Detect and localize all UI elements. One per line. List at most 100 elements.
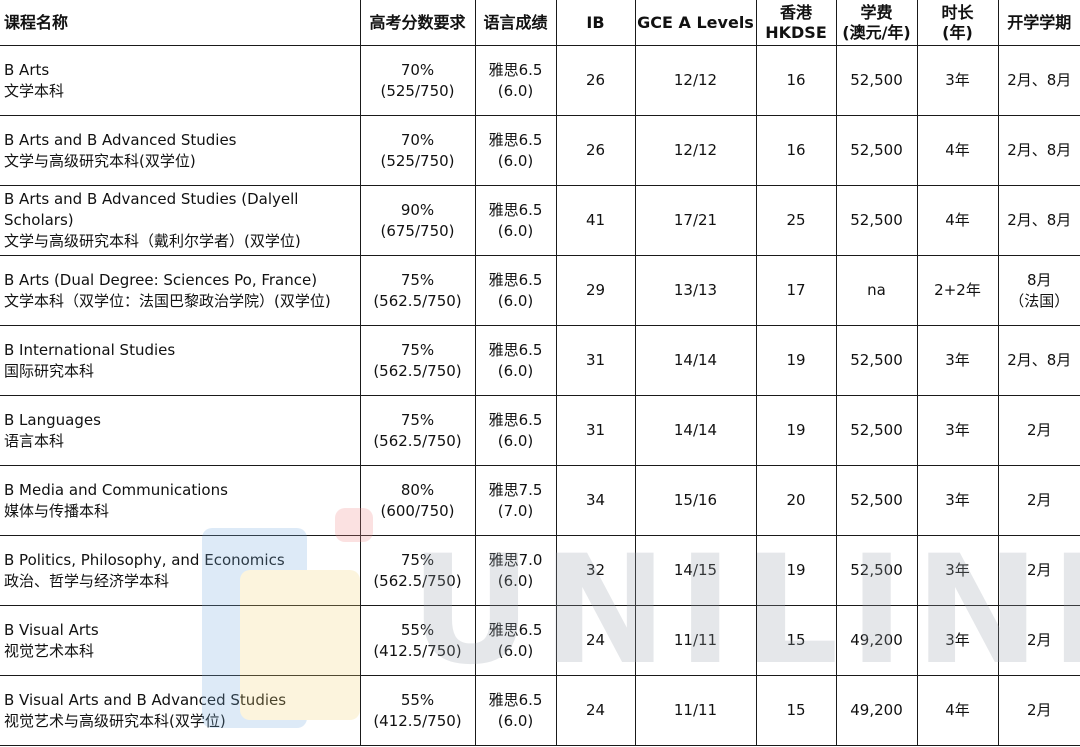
intake-cell-line: 2月 <box>1026 561 1052 579</box>
language-cell-line: 雅思6.5 <box>488 410 543 429</box>
language-cell-line: (6.0) <box>497 81 534 100</box>
fee-cell: 49,200 <box>836 605 918 676</box>
header-a-levels: GCE A Levels <box>635 0 757 46</box>
language-cell-line: (6.0) <box>497 641 534 660</box>
duration-cell: 4年 <box>917 675 999 746</box>
gaokao-cell: 55% (412.5/750) <box>360 675 476 746</box>
gaokao-cell-line: (600/750) <box>380 501 455 520</box>
hkdse-cell: 19 <box>756 325 837 396</box>
course-name-cell: B International Studies 国际研究本科 <box>0 325 361 396</box>
table-body: B Arts 文学本科 70% (525/750) 雅思6.5 (6.0) 26 12/12 1… <box>0 45 1080 746</box>
course-name-cell: B Arts and B Advanced Studies 文学与高级研究本科(双… <box>0 115 361 186</box>
header-hkdse: 香港 HKDSE <box>756 0 837 46</box>
fee-cell: 52,500 <box>836 325 918 396</box>
hkdse-cell: 25 <box>756 185 837 256</box>
language-cell-line: 雅思6.5 <box>488 130 543 149</box>
header-fee-line2: (澳元/年) <box>842 22 911 42</box>
language-cell-line: 雅思6.5 <box>488 690 543 709</box>
course-name-en: B Visual Arts <box>4 620 99 639</box>
a-levels-cell: 14/14 <box>635 395 757 466</box>
gaokao-cell-line: 75% <box>400 270 435 289</box>
intake-cell: 2月 <box>998 535 1080 606</box>
gaokao-cell-line: 75% <box>400 340 435 359</box>
language-cell: 雅思6.5 (6.0) <box>475 255 557 326</box>
course-name-en: B Languages <box>4 410 101 429</box>
gaokao-cell-line: (525/750) <box>380 81 455 100</box>
ib-cell: 31 <box>556 325 636 396</box>
gaokao-cell-line: 75% <box>400 410 435 429</box>
language-cell: 雅思6.5 (6.0) <box>475 395 557 466</box>
gaokao-cell-line: (675/750) <box>380 221 455 240</box>
gaokao-cell-line: (562.5/750) <box>373 571 462 590</box>
gaokao-cell: 75% (562.5/750) <box>360 395 476 466</box>
header-gaokao: 高考分数要求 <box>360 0 476 46</box>
course-name-cn: 国际研究本科 <box>4 361 95 380</box>
intake-cell: 2月 <box>998 395 1080 466</box>
language-cell-line: 雅思6.5 <box>488 270 543 289</box>
fee-cell: 52,500 <box>836 45 918 116</box>
intake-cell-line: 2月 <box>1026 491 1052 509</box>
gaokao-cell-line: 70% <box>400 130 435 149</box>
header-ib: IB <box>556 0 636 46</box>
duration-cell: 3年 <box>917 45 999 116</box>
intake-cell-line: 2月 <box>1026 701 1052 719</box>
gaokao-cell: 80% (600/750) <box>360 465 476 536</box>
language-cell: 雅思7.5 (7.0) <box>475 465 557 536</box>
gaokao-cell: 75% (562.5/750) <box>360 535 476 606</box>
header-duration-line2: (年) <box>942 22 973 42</box>
course-name-en: B Arts (Dual Degree: Sciences Po, France… <box>4 270 318 289</box>
fee-cell: 52,500 <box>836 185 918 256</box>
header-fee-line1: 学费 <box>860 2 893 22</box>
intake-cell-line: 2月 <box>1026 631 1052 649</box>
hkdse-cell: 15 <box>756 675 837 746</box>
language-cell: 雅思6.5 (6.0) <box>475 675 557 746</box>
a-levels-cell: 15/16 <box>635 465 757 536</box>
a-levels-cell: 12/12 <box>635 115 757 186</box>
ib-cell: 29 <box>556 255 636 326</box>
course-name-cell: B Visual Arts 视觉艺术本科 <box>0 605 361 676</box>
intake-cell-line: 2月 <box>1026 421 1052 439</box>
gaokao-cell: 75% (562.5/750) <box>360 325 476 396</box>
course-name-cell: B Arts 文学本科 <box>0 45 361 116</box>
table-row: B International Studies 国际研究本科 75% (562.5/7… <box>0 325 1080 396</box>
intake-cell-line: （法国） <box>1009 291 1070 310</box>
gaokao-cell: 70% (525/750) <box>360 45 476 116</box>
table-row: B Arts 文学本科 70% (525/750) 雅思6.5 (6.0) 26 12/12 1… <box>0 45 1080 116</box>
language-cell-line: (6.0) <box>497 151 534 170</box>
language-cell-line: (6.0) <box>497 291 534 310</box>
language-cell-line: 雅思6.5 <box>488 200 543 219</box>
intake-cell: 2月、8月 <box>998 45 1080 116</box>
gaokao-cell: 90% (675/750) <box>360 185 476 256</box>
course-name-cell: B Media and Communications 媒体与传播本科 <box>0 465 361 536</box>
course-name-cn: 视觉艺术本科 <box>4 641 95 660</box>
header-duration-line1: 时长 <box>941 2 974 22</box>
ib-cell: 26 <box>556 45 636 116</box>
hkdse-cell: 16 <box>756 115 837 186</box>
duration-cell: 3年 <box>917 535 999 606</box>
header-language: 语言成绩 <box>475 0 557 46</box>
course-name-en: B Arts and B Advanced Studies <box>4 130 237 149</box>
table-row: B Arts (Dual Degree: Sciences Po, France… <box>0 255 1080 326</box>
language-cell: 雅思7.0 (6.0) <box>475 535 557 606</box>
gaokao-cell-line: 80% <box>400 480 435 499</box>
intake-cell: 2月、8月 <box>998 115 1080 186</box>
language-cell-line: (7.0) <box>497 501 534 520</box>
course-name-en: B Media and Communications <box>4 480 228 499</box>
header-duration: 时长 (年) <box>917 0 999 46</box>
intake-cell-line: 2月、8月 <box>1007 141 1072 159</box>
a-levels-cell: 14/15 <box>635 535 757 606</box>
language-cell-line: (6.0) <box>497 571 534 590</box>
header-row: 课程名称 高考分数要求 语言成绩 IB GCE A Levels 香港 HKDS… <box>0 0 1080 46</box>
hkdse-cell: 16 <box>756 45 837 116</box>
course-name-cell: B Languages 语言本科 <box>0 395 361 466</box>
course-name-en: B Arts and B Advanced Studies (Dalyell S… <box>4 190 299 229</box>
hkdse-cell: 20 <box>756 465 837 536</box>
ib-cell: 24 <box>556 675 636 746</box>
header-fee: 学费 (澳元/年) <box>836 0 918 46</box>
language-cell-line: 雅思6.5 <box>488 340 543 359</box>
course-name-cn: 政治、哲学与经济学本科 <box>4 571 170 590</box>
a-levels-cell: 11/11 <box>635 675 757 746</box>
fee-cell: na <box>836 255 918 326</box>
duration-cell: 4年 <box>917 185 999 256</box>
header-course-name: 课程名称 <box>0 0 361 46</box>
